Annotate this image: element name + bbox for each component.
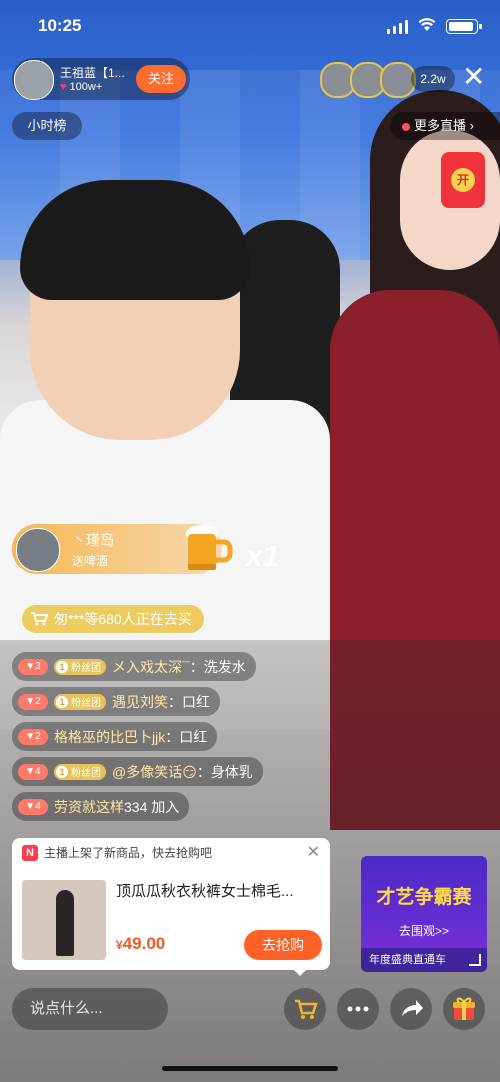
chat-separator: ： xyxy=(168,693,182,710)
chat-separator: ： xyxy=(165,728,180,745)
product-image[interactable] xyxy=(22,880,106,960)
hour-rank-button[interactable]: 小时榜 xyxy=(12,112,82,140)
red-packet-coin-icon: 开 xyxy=(451,168,475,192)
gift-sender-avatar xyxy=(16,528,60,572)
fan-badge: 1 粉丝团 xyxy=(54,658,106,675)
promo-link[interactable]: 去围观>> xyxy=(361,922,487,939)
gift-description: 送啤酒 xyxy=(72,554,109,568)
level-badge: ▼ 3 xyxy=(18,658,48,675)
heart-icon: ♥ xyxy=(60,81,67,93)
chat-text: 334 加入 xyxy=(124,798,180,815)
chat-message: ▼ 4 劳资就这样 334 加入 xyxy=(12,792,190,821)
new-badge-icon: N xyxy=(22,844,38,861)
product-title[interactable]: 顶瓜瓜秋衣秋裤女士棉毛... xyxy=(116,880,316,901)
close-icon[interactable]: ✕ xyxy=(462,62,485,92)
chat-message: ▼ 3 1 粉丝团 メ入戏太深¯ ： 洗发水 xyxy=(12,652,256,681)
chat-text: 洗发水 xyxy=(203,658,246,675)
cart-button[interactable] xyxy=(284,988,326,1030)
beer-icon xyxy=(180,520,234,580)
status-bar: 10:25 xyxy=(0,0,500,44)
home-indicator xyxy=(162,1066,338,1071)
signal-icon xyxy=(387,20,408,34)
chat-separator: ： xyxy=(196,763,211,780)
buyers-notice: 匆***等680人正在去买 xyxy=(22,605,204,633)
viewer-count[interactable]: 2.2w xyxy=(411,66,455,92)
buy-now-button[interactable]: 去抢购 xyxy=(244,930,322,960)
card-pointer xyxy=(292,968,308,976)
gift-count: x1 xyxy=(246,540,280,573)
promo-footer: 年度盛典直通车 xyxy=(361,948,487,972)
product-card[interactable]: N 主播上架了新商品，快去抢购吧 ✕ 顶瓜瓜秋衣秋裤女士棉毛... ¥49.00… xyxy=(12,838,330,970)
chat-text: 口红 xyxy=(179,728,208,745)
host-avatar[interactable] xyxy=(14,60,54,100)
level-badge: ▼ 2 xyxy=(18,728,48,745)
product-card-header: N 主播上架了新商品，快去抢购吧 xyxy=(22,844,212,861)
chat-list: ▼ 3 1 粉丝团 メ入戏太深¯ ： 洗发水 ▼ 2 1 粉丝团 遇见刘笑 ： 口红 ▼… xyxy=(12,652,352,827)
comment-input[interactable]: 说点什么... xyxy=(12,988,168,1030)
wifi-icon xyxy=(418,18,436,35)
chat-user: メ入戏太深¯ xyxy=(112,658,190,675)
chat-user: @多像笑话😏 xyxy=(112,763,197,780)
expand-icon[interactable] xyxy=(469,954,481,966)
chat-message: ▼ 2 格格巫的比巴卜jjk ： 口红 xyxy=(12,722,218,751)
close-card-icon[interactable]: ✕ xyxy=(307,842,320,862)
follow-button[interactable]: 关注 xyxy=(136,65,186,93)
chat-user: 遇见刘笑 xyxy=(112,693,168,710)
level-badge: ▼ 4 xyxy=(18,798,48,815)
product-notice: 主播上架了新商品，快去抢购吧 xyxy=(44,846,213,860)
status-time: 10:25 xyxy=(38,16,82,35)
level-badge: ▼ 4 xyxy=(18,763,48,780)
chat-text: 口红 xyxy=(182,693,210,710)
more-live-label: 更多直播 xyxy=(414,118,467,133)
gift-sender-name: 丶瑾岛 xyxy=(72,532,114,548)
product-price: ¥49.00 xyxy=(116,934,166,953)
level-badge: ▼ 2 xyxy=(18,693,48,710)
fan-badge: 1 粉丝团 xyxy=(54,763,106,780)
chat-text: 身体乳 xyxy=(210,763,253,780)
chat-user: 劳资就这样 xyxy=(54,798,124,815)
promo-banner[interactable]: 才艺争霸赛 去围观>> 年度盛典直通车 xyxy=(361,856,487,972)
more-icon xyxy=(347,1006,369,1012)
fan-badge: 1 粉丝团 xyxy=(54,693,106,710)
likes-count: 100w+ xyxy=(69,81,103,93)
cart-icon xyxy=(31,612,48,626)
promo-title: 才艺争霸赛 xyxy=(376,887,472,908)
red-packet-button[interactable]: 开 xyxy=(441,152,485,208)
more-button[interactable] xyxy=(337,988,379,1030)
share-button[interactable] xyxy=(390,988,432,1030)
live-dot-icon xyxy=(402,122,410,131)
gift-button[interactable] xyxy=(443,988,485,1030)
chat-message: ▼ 2 1 粉丝团 遇见刘笑 ： 口红 xyxy=(12,687,220,716)
battery-icon xyxy=(446,19,482,34)
host-hair xyxy=(20,180,250,300)
top-viewers[interactable] xyxy=(320,62,416,98)
buyers-text: 匆***等680人正在去买 xyxy=(54,611,192,627)
chat-user: 格格巫的比巴卜jjk xyxy=(54,728,166,745)
share-icon xyxy=(402,1000,423,1016)
host-likes: ♥ 100w+ xyxy=(60,81,102,93)
gift-icon xyxy=(453,997,475,1020)
chat-separator: ： xyxy=(189,658,204,675)
chat-message: ▼ 4 1 粉丝团 @多像笑话😏 ： 身体乳 xyxy=(12,757,263,786)
more-live-button[interactable]: 更多直播 › xyxy=(390,112,500,140)
shopping-cart-icon xyxy=(295,999,318,1019)
host-name: 王祖蓝【1... xyxy=(60,66,125,80)
